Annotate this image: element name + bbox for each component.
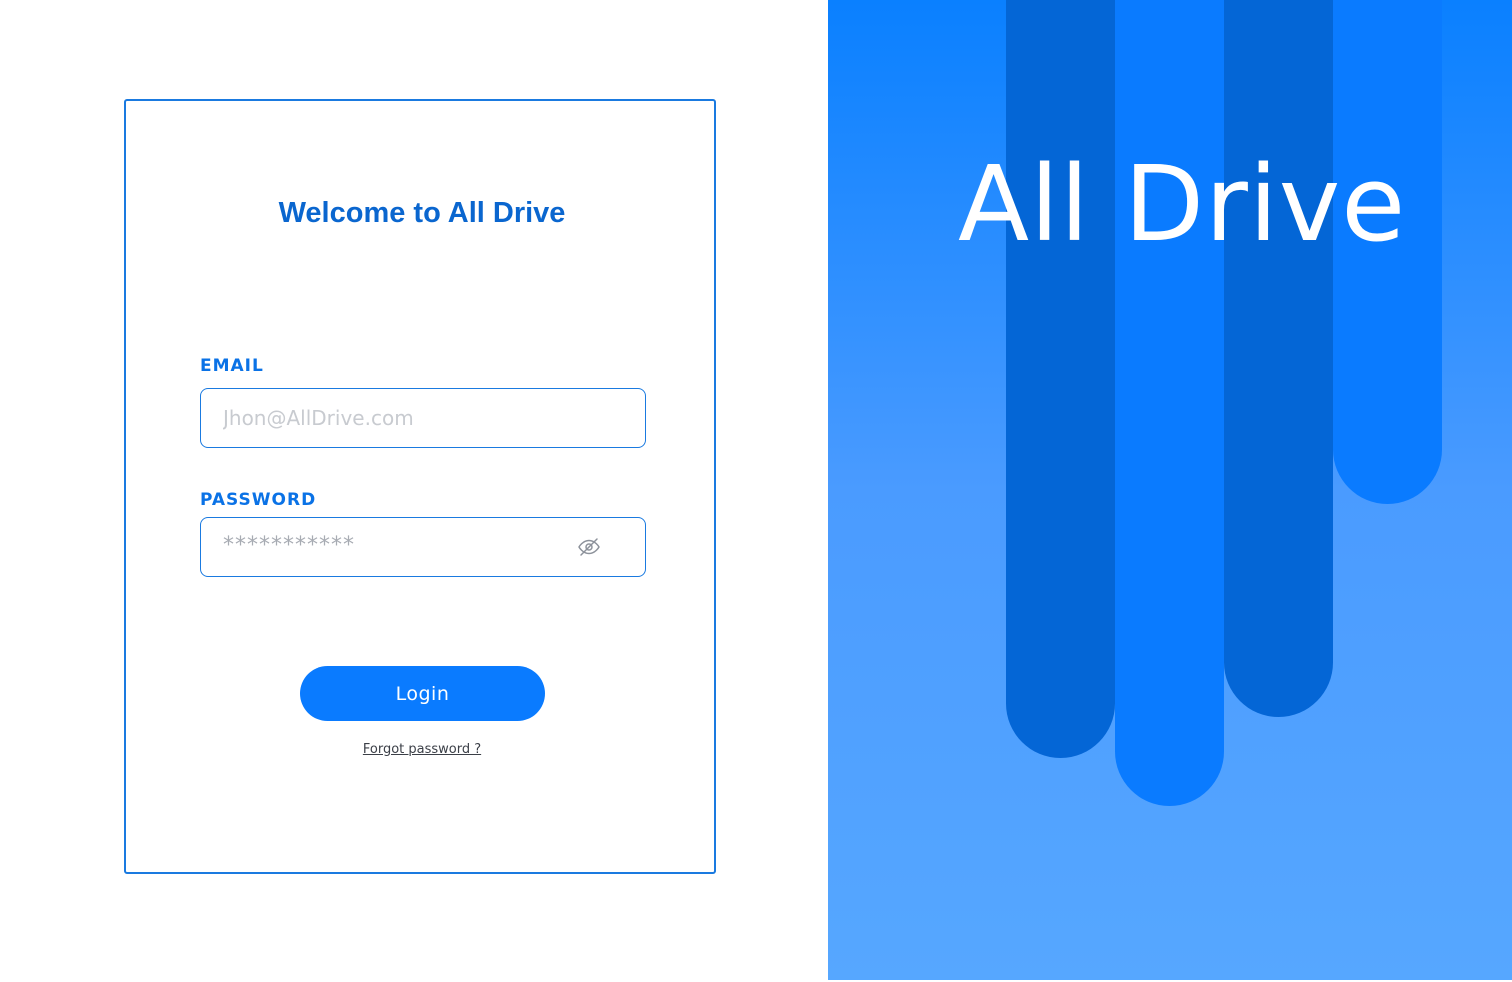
decorative-stripe <box>1224 0 1333 717</box>
welcome-title: Welcome to All Drive <box>278 197 566 229</box>
brand-panel: All Drive <box>828 0 1512 980</box>
eye-off-icon[interactable] <box>577 535 601 559</box>
decorative-stripe <box>1115 0 1224 806</box>
login-card: Welcome to All Drive EMAIL PASSWORD ****… <box>124 99 716 874</box>
forgot-password-link[interactable]: Forgot password ? <box>126 742 718 757</box>
password-input[interactable]: *********** <box>223 533 355 558</box>
password-label: PASSWORD <box>200 490 317 510</box>
email-label: EMAIL <box>200 356 264 376</box>
email-field-box[interactable] <box>200 388 646 448</box>
brand-title: All Drive <box>958 143 1407 265</box>
password-field-box[interactable]: *********** <box>200 517 646 577</box>
decorative-stripe <box>1006 0 1115 758</box>
login-button[interactable]: Login <box>300 666 545 721</box>
login-pane: Welcome to All Drive EMAIL PASSWORD ****… <box>0 0 828 982</box>
email-input[interactable] <box>223 389 553 446</box>
login-page: Welcome to All Drive EMAIL PASSWORD ****… <box>0 0 1512 982</box>
